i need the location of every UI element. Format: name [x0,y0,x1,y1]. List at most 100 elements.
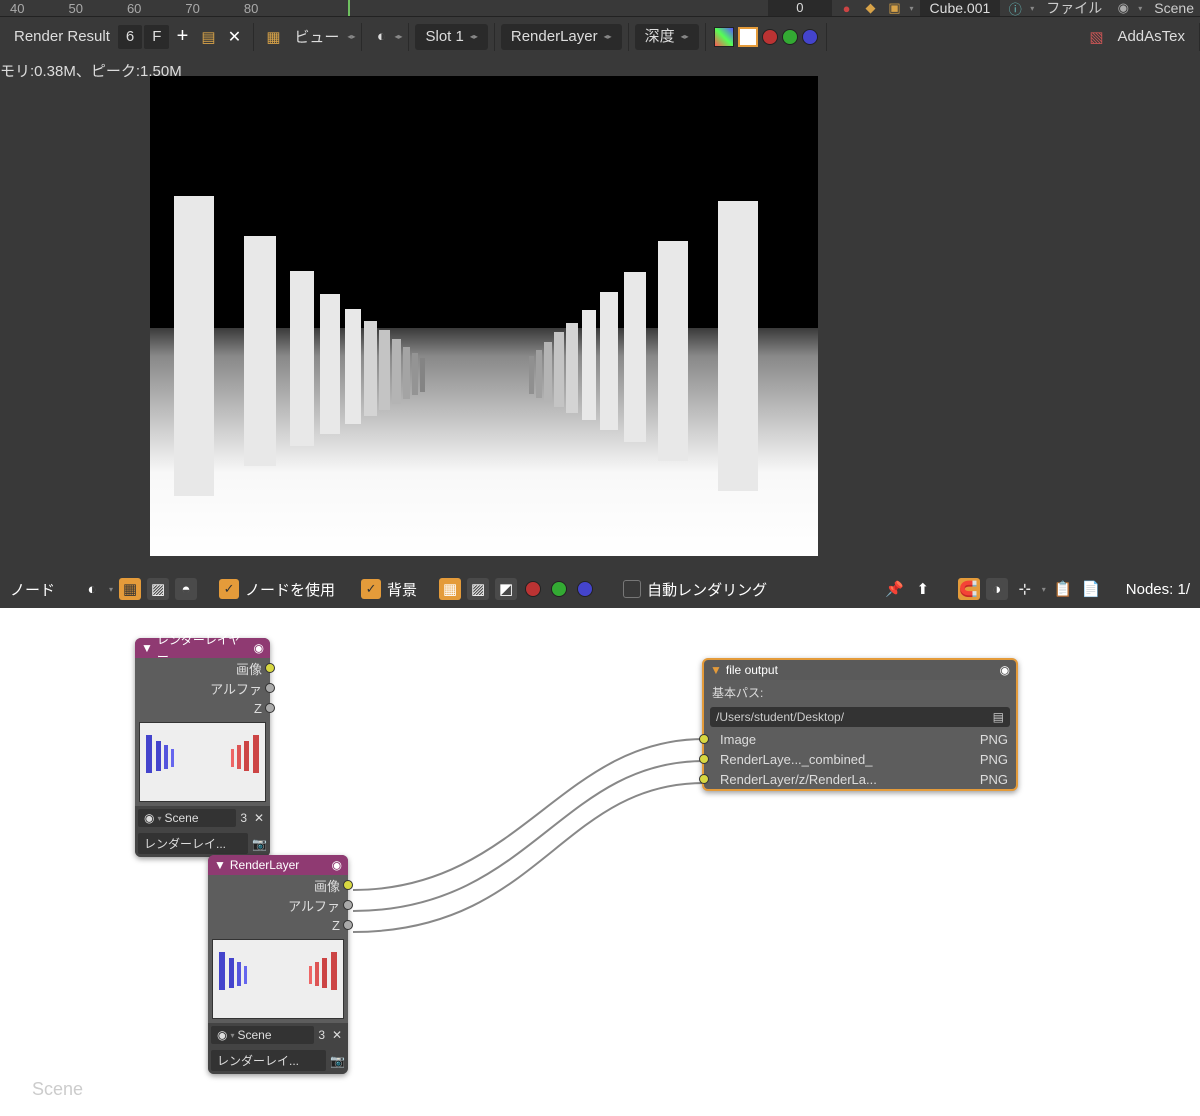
collapse-icon[interactable]: ▼ [141,641,153,655]
addastex-button[interactable]: AddAsTex [1109,28,1193,45]
scene-users: 3 [318,1028,325,1042]
chevron-icon[interactable]: ◂▸ [394,32,402,41]
input-combined-socket[interactable]: RenderLaye..._combined_ PNG [704,749,1016,769]
image-viewport[interactable]: モリ:0.38M、ピーク:1.50M [0,56,1200,570]
node-title-bar[interactable]: ▼ RenderLayer ◉ [208,855,348,875]
use-nodes-checkbox[interactable]: ✓ [219,579,239,599]
channel-rgb-icon[interactable] [738,27,758,47]
output-z-socket[interactable]: Z [135,698,270,718]
render-result-image [150,76,818,556]
mode-icon[interactable]: ◐ [369,25,393,49]
node-title-bar[interactable]: ▼ レンダーレイヤー ◉ [135,638,270,658]
render-layers-node-2[interactable]: ▼ RenderLayer ◉ 画像 アルファ Z [208,855,348,1074]
frame-number[interactable]: 0 [768,0,831,16]
shader-tree-icon[interactable]: ◐ [81,578,103,600]
layer-selector[interactable]: レンダーレイ... 📷 [208,1047,348,1074]
tick: 80 [244,1,258,16]
backdrop-checkbox[interactable]: ✓ [361,579,381,599]
key-icon[interactable]: ◆ [862,0,880,16]
collapse-icon[interactable]: ▼ [214,858,226,872]
chevron-icon[interactable]: ▾ [109,585,113,594]
active-object[interactable]: Cube.001 [920,0,1001,16]
paste-icon[interactable]: 📄 [1080,578,1102,600]
backdrop-ch-rgb-icon[interactable]: ▨ [467,578,489,600]
file-output-node[interactable]: ▼ file output ◉ 基本パス: /Users/student/Des… [702,658,1018,791]
output-alpha-socket[interactable]: アルファ [208,895,348,915]
backdrop-b-icon[interactable] [577,581,593,597]
chevron-down-icon[interactable]: ▾ [1030,4,1034,13]
scene-icon: ◉ [1114,0,1132,16]
base-path-input[interactable]: /Users/student/Desktop/ ▤ [710,707,1010,727]
node-title: file output [726,663,778,677]
node-canvas[interactable]: Scene ▼ レンダーレイヤー ◉ 画像 アルファ Z [0,608,1200,1116]
render-layers-node-1[interactable]: ▼ レンダーレイヤー ◉ 画像 アルファ Z [135,638,270,857]
auto-render-checkbox[interactable] [623,580,641,598]
view-menu[interactable]: ビュー [286,26,347,47]
scene-name[interactable]: Scene [1148,0,1200,16]
nodes-count: Nodes: 1/ [1126,581,1190,598]
input-z-socket[interactable]: RenderLayer/z/RenderLa... PNG [704,769,1016,789]
output-alpha-socket[interactable]: アルファ [135,678,270,698]
channel-g-icon[interactable] [782,29,798,45]
chevron-icon[interactable]: ◂▸ [347,32,355,41]
preview-icon[interactable]: ◉ [254,641,264,655]
backdrop-label: 背景 [387,579,417,600]
preview-icon[interactable]: ◉ [1000,663,1010,677]
close-icon[interactable]: ✕ [329,1028,345,1042]
fake-user-button[interactable]: F [144,25,169,49]
layer-selector[interactable]: レンダーレイ... 📷 [135,830,270,857]
pin-icon[interactable]: 📌 [884,578,906,600]
render-icon[interactable]: 📷 [252,837,267,851]
render-icon[interactable]: 📷 [330,1054,345,1068]
backdrop-r-icon[interactable] [525,581,541,597]
file-menu[interactable]: ファイル [1040,0,1108,18]
parent-icon[interactable]: ⬆ [912,578,934,600]
scene-selector[interactable]: ◉▾Scene 3 ✕ [208,1023,348,1047]
output-image-socket[interactable]: 画像 [208,875,348,895]
chevron-down-icon[interactable]: ▾ [910,4,914,13]
slot-selector[interactable]: Slot 1◂▸ [415,24,487,50]
timeline-bar[interactable]: 40 50 60 70 80 0 ● ◆ ▣ ▾ Cube.001 ⓘ ▾ ファ… [0,0,1200,16]
pass-selector[interactable]: 深度◂▸ [635,24,699,50]
node-menu[interactable]: ノード [10,579,55,600]
snap-grid-icon[interactable]: ⊹ [1014,578,1036,600]
close-icon[interactable]: ✕ [222,25,246,49]
scene-users: 3 [240,811,247,825]
channel-b-icon[interactable] [802,29,818,45]
texture-tree-icon[interactable]: ▨ [147,578,169,600]
info-icon[interactable]: ⓘ [1006,0,1024,16]
channel-rgba-icon[interactable] [714,27,734,47]
chevron-icon[interactable]: ▾ [1042,585,1046,594]
material-tree-icon[interactable]: ◓ [175,578,197,600]
preview-icon[interactable]: ◉ [332,858,342,872]
output-z-socket[interactable]: Z [208,915,348,935]
playhead[interactable] [348,0,350,16]
chevron-down-icon[interactable]: ▾ [1138,4,1142,13]
backdrop-g-icon[interactable] [551,581,567,597]
open-icon[interactable]: ▤ [196,25,220,49]
close-icon[interactable]: ✕ [251,811,267,825]
backdrop-ch-rgba-icon[interactable]: ▦ [439,578,461,600]
tick: 40 [10,1,24,16]
folder-icon[interactable]: ▤ [993,710,1004,724]
node-preview [139,722,266,802]
node-title-bar[interactable]: ▼ file output ◉ [704,660,1016,680]
collapse-icon[interactable]: ▼ [710,663,722,677]
compositor-tree-icon[interactable]: ▦ [119,578,141,600]
use-nodes-label: ノードを使用 [245,579,335,600]
layer-selector[interactable]: RenderLayer◂▸ [501,24,622,50]
tick: 60 [127,1,141,16]
scene-selector[interactable]: ◉▾Scene 3 ✕ [135,806,270,830]
image-editor-header: Render Result 6 F + ▤ ✕ ▦ ビュー ◂▸ ◐ ◂▸ Sl… [0,16,1200,56]
snap-type-icon[interactable]: ◑ [986,578,1008,600]
record-icon[interactable]: ● [838,0,856,16]
copy-icon[interactable]: 📋 [1052,578,1074,600]
output-image-socket[interactable]: 画像 [135,658,270,678]
backdrop-ch-a-icon[interactable]: ◩ [495,578,517,600]
add-icon[interactable]: + [170,25,194,49]
image-name[interactable]: Render Result [6,28,118,45]
snap-icon[interactable]: 🧲 [958,578,980,600]
channel-r-icon[interactable] [762,29,778,45]
image-users[interactable]: 6 [118,25,142,49]
input-image-socket[interactable]: Image PNG [704,729,1016,749]
